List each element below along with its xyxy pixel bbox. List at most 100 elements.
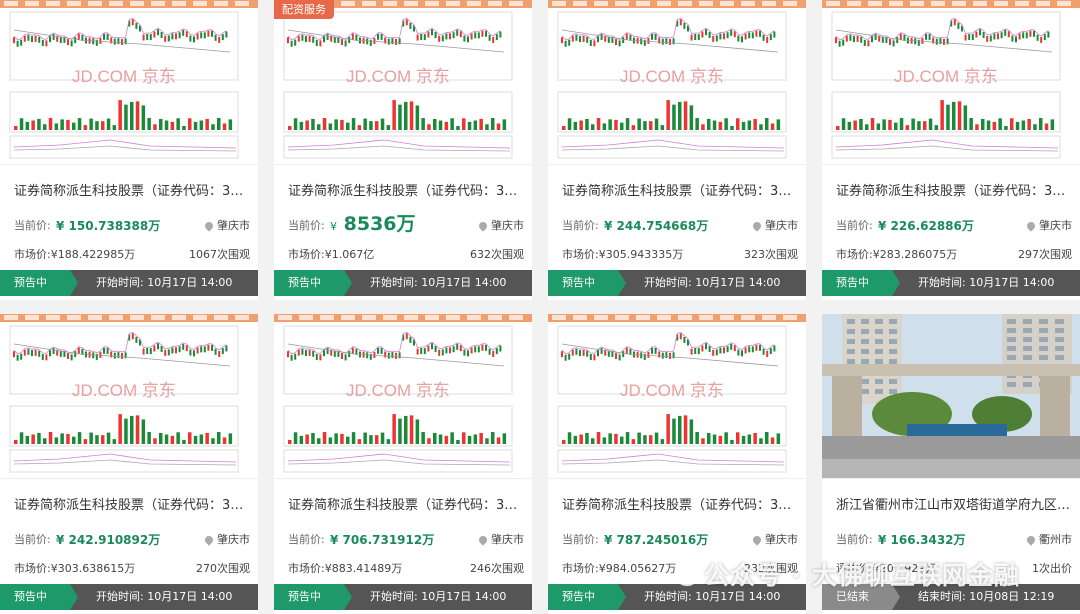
price-row: 当前价: ¥ 150.738388万 肇庆市 [14,214,250,236]
price-label: 当前价: [288,533,325,546]
chart-watermark-text: JD.COM 京东 [346,67,450,86]
watermark: 公众号 · 大佛聊互联网金融 [676,556,1020,592]
status-badge: 预告中 [822,270,900,296]
chart-watermark-text: JD.COM 京东 [894,67,998,86]
chart-watermark-text: JD.COM 京东 [620,381,724,400]
status-bar: 预告中 开始时间: 10月17日 14:00 [274,584,532,610]
view-count: 270次围观 [196,562,250,575]
market-price: 市场价:¥984.05627万 [562,562,677,575]
price-row: 当前价: ¥ 706.731912万 肇庆市 [288,528,524,550]
location-pin-icon [203,220,215,232]
item-title[interactable]: 证券简称派生科技股票（证券代码：300... [288,494,524,513]
chart-watermark-text: JD.COM 京东 [72,67,176,86]
price-label: 当前价: [14,219,51,232]
current-price: ¥ 706.731912万 [330,533,435,547]
item-image[interactable]: JD.COM 京东 [0,314,258,479]
auction-grid: JD.COM 京东 证券简称派生科技股票（证券代码：300... 当前价: ¥ 150… [0,0,1080,614]
price-row: 当前价: ¥ 244.754668万 肇庆市 [562,214,798,236]
current-price: ¥ 226.62886万 [878,219,974,233]
view-count: 1067次围观 [189,248,250,261]
auction-time: 开始时间: 10月17日 14:00 [370,590,507,603]
service-tag: 配资服务 [274,0,334,19]
price-label: 当前价: [836,533,873,546]
location: 肇庆市 [477,217,524,233]
item-image[interactable]: JD.COM 京东 [274,314,532,479]
item-title[interactable]: 证券简称派生科技股票（证券代码：300... [562,494,798,513]
auction-time: 开始时间: 10月17日 14:00 [370,276,507,289]
location: 肇庆市 [751,531,798,547]
price-row: 当前价: ¥ 242.910892万 肇庆市 [14,528,250,550]
item-title[interactable]: 证券简称派生科技股票（证券代码：300... [562,180,798,199]
status-bar: 预告中 开始时间: 10月17日 14:00 [274,270,532,296]
location: 肇庆市 [477,531,524,547]
chart-watermark-text: JD.COM 京东 [620,67,724,86]
location-pin-icon [1025,534,1037,546]
price-label: 当前价: [836,219,873,232]
auction-time: 开始时间: 10月17日 14:00 [96,276,233,289]
market-price: 市场价:¥283.286075万 [836,248,958,261]
current-price: ¥ 166.3432万 [878,533,966,547]
price-label: 当前价: [14,533,51,546]
auction-card[interactable]: JD.COM 京东证券简称派生科技股票（证券代码：300... 当前价: ¥ 244… [548,0,806,300]
auction-card[interactable]: JD.COM 京东证券简称派生科技股票（证券代码：300... 当前价: ¥ 150… [0,0,258,300]
view-count: 1次出价 [1032,562,1072,575]
view-count: 632次围观 [470,248,524,261]
item-title[interactable]: 证券简称派生科技股票（证券代码：300... [836,180,1072,199]
item-image[interactable] [822,314,1080,479]
item-image[interactable]: JD.COM 京东 [822,0,1080,165]
item-title[interactable]: 证券简称派生科技股票（证券代码：300... [288,180,524,199]
auction-card[interactable]: JD.COM 京东证券简称派生科技股票（证券代码：300... 当前价: ¥ 226… [822,0,1080,300]
location-pin-icon [477,534,489,546]
auction-time: 开始时间: 10月17日 14:00 [644,276,781,289]
location: 肇庆市 [751,217,798,233]
wechat-icon [676,568,698,586]
current-price: ¥ 150.738388万 [56,219,161,233]
status-badge: 预告中 [274,270,352,296]
location-pin-icon [751,534,763,546]
current-price: ¥ 244.754668万 [604,219,709,233]
auction-card[interactable]: JD.COM 京东证券简称派生科技股票（证券代码：300... 当前价: ¥ 242… [0,314,258,614]
current-price: ¥ 787.245016万 [604,533,709,547]
location-pin-icon [203,534,215,546]
current-price: ¥ 242.910892万 [56,533,161,547]
view-count: 297次围观 [1018,248,1072,261]
market-price: 市场价:¥188.422985万 [14,248,136,261]
price-row: 当前价: ¥ 8536万 肇庆市 [288,213,524,236]
item-image[interactable]: JD.COM 京东 [548,314,806,479]
status-badge: 预告中 [274,584,352,610]
item-image[interactable]: JD.COM 京东 配资服务 [274,0,532,165]
view-count: 246次围观 [470,562,524,575]
current-price: ¥ 8536万 [330,213,416,235]
market-row: 市场价:¥283.286075万 297次围观 [836,246,1072,262]
price-row: 当前价: ¥ 787.245016万 肇庆市 [562,528,798,550]
location-pin-icon [751,220,763,232]
item-title[interactable]: 浙江省衢州市江山市双塔街道学府九区1... [836,494,1072,513]
item-image[interactable]: JD.COM 京东 [548,0,806,165]
market-price: 市场价:¥1.067亿 [288,248,375,261]
item-title[interactable]: 证券简称派生科技股票（证券代码：300... [14,180,250,199]
market-price: 市场价:¥303.638615万 [14,562,136,575]
market-row: 市场价:¥305.943335万 323次围观 [562,246,798,262]
location-pin-icon [477,220,489,232]
location-pin-icon [1025,220,1037,232]
view-count: 323次围观 [744,248,798,261]
status-bar: 预告中 开始时间: 10月17日 14:00 [0,270,258,296]
location: 衢州市 [1025,531,1072,547]
market-price: 市场价:¥305.943335万 [562,248,684,261]
item-image[interactable]: JD.COM 京东 [0,0,258,165]
price-row: 当前价: ¥ 166.3432万 衢州市 [836,528,1072,550]
auction-card[interactable]: JD.COM 京东证券简称派生科技股票（证券代码：300... 当前价: ¥ 706… [274,314,532,614]
item-title[interactable]: 证券简称派生科技股票（证券代码：300... [14,494,250,513]
status-badge: 预告中 [548,584,626,610]
auction-time: 开始时间: 10月17日 14:00 [918,276,1055,289]
price-label: 当前价: [562,219,599,232]
chart-watermark-text: JD.COM 京东 [72,381,176,400]
price-row: 当前价: ¥ 226.62886万 肇庆市 [836,214,1072,236]
market-row: 市场价:¥303.638615万 270次围观 [14,560,250,576]
location: 肇庆市 [203,531,250,547]
location: 肇庆市 [1025,217,1072,233]
market-row: 市场价:¥188.422985万 1067次围观 [14,246,250,262]
auction-card[interactable]: JD.COM 京东 配资服务 证券简称派生科技股票（证券代码：300... 当前价: ¥… [274,0,532,300]
status-badge: 预告中 [0,270,78,296]
status-badge: 预告中 [548,270,626,296]
